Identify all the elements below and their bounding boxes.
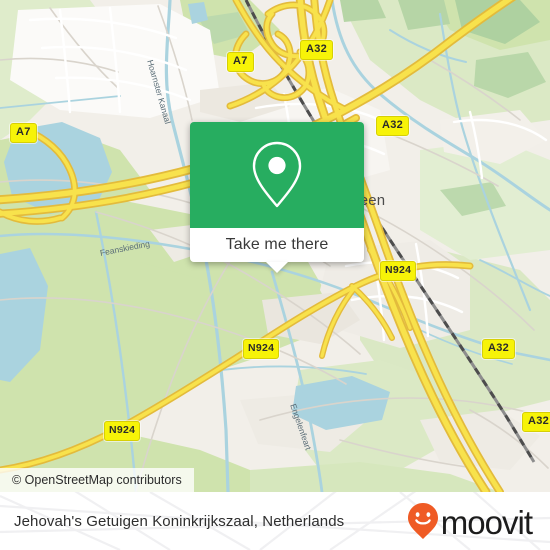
highway-shield-a7[interactable]: A7 (10, 123, 37, 143)
map-attribution-bar: © OpenStreetMap contributors (0, 468, 194, 492)
osm-attribution-text[interactable]: © OpenStreetMap contributors (12, 473, 182, 487)
highway-shield-a32[interactable]: A32 (300, 40, 334, 60)
map-canvas[interactable]: Hoarnster Kanaal Feanskieding Engelenfea… (0, 0, 550, 492)
destination-callout-card[interactable]: Take me there (190, 122, 364, 273)
page-footer: Jehovah's Getuigen Koninkrijkszaal, Neth… (0, 492, 550, 550)
highway-shield-a32[interactable]: A32 (376, 116, 410, 136)
page-title: Jehovah's Getuigen Koninkrijkszaal, Neth… (14, 512, 345, 530)
highway-shield-a32[interactable]: A32 (482, 339, 516, 359)
callout-action-bar[interactable]: Take me there (190, 228, 364, 273)
highway-shield-n924[interactable]: N924 (243, 339, 280, 359)
moovit-smiley-pin-icon (407, 503, 438, 539)
highway-shield-n924[interactable]: N924 (104, 421, 141, 441)
highway-shield-n924[interactable]: N924 (380, 261, 417, 281)
moovit-map-screenshot: Hoarnster Kanaal Feanskieding Engelenfea… (0, 0, 550, 550)
take-me-there-button[interactable]: Take me there (226, 236, 329, 254)
moovit-logo[interactable]: moovit (407, 502, 536, 540)
moovit-wordmark: moovit (440, 503, 533, 541)
highway-shield-a7[interactable]: A7 (227, 52, 254, 72)
callout-pointer (266, 262, 288, 273)
location-pin-icon (252, 141, 302, 208)
highway-shield-a32[interactable]: A32 (522, 412, 550, 432)
callout-pin-panel (190, 122, 364, 228)
